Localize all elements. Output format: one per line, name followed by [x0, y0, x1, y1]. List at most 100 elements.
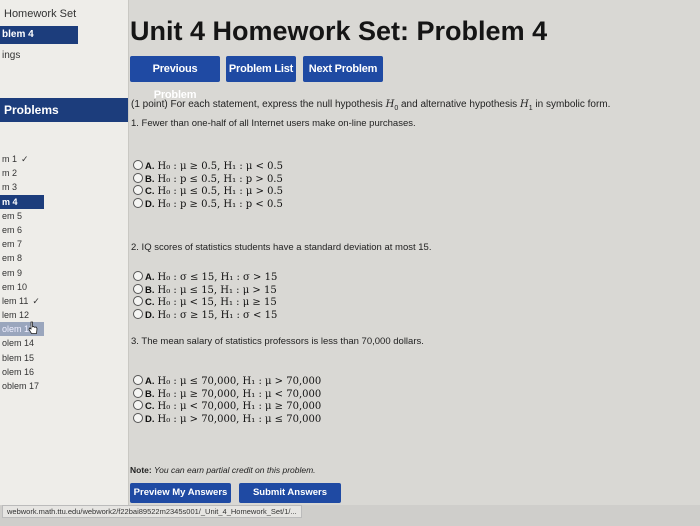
sidebar-item-problem[interactable]: em 7 — [0, 237, 128, 251]
option-letter: B. — [145, 284, 155, 296]
radio-icon[interactable] — [133, 387, 143, 398]
sidebar-item-label: oblem 17 — [2, 381, 40, 391]
sidebar-item-label: m 1 — [2, 154, 18, 164]
sidebar-item-problem[interactable]: lem 11 ✓ — [0, 294, 128, 308]
sidebar-item-label: olem 14 — [2, 338, 35, 349]
sidebar-problem-list: m 1 ✓ m 2m 3m 4 em 5 em 6 em 7 em 8 em 9 em 10 le… — [0, 152, 128, 393]
sidebar-item-problem[interactable]: m 2 — [0, 166, 128, 180]
problem-intro: (1 point) For each statement, express th… — [131, 99, 610, 112]
question-1: 1. Fewer than one-half of all Internet u… — [131, 118, 416, 129]
radio-icon[interactable] — [133, 160, 143, 170]
question-2: 2. IQ scores of statistics students have… — [131, 242, 432, 253]
option-1c[interactable]: C. H₀ : μ ≤ 0.5, H₁ : μ > 0.5 — [133, 185, 283, 198]
sidebar-item-label: em 9 — [2, 267, 23, 278]
question-1-options: A. H₀ : μ ≥ 0.5, H₁ : μ < 0.5 B. H₀ : p ≤ … — [133, 160, 283, 210]
sidebar-item-label: lem 12 — [2, 310, 30, 321]
radio-icon[interactable] — [133, 296, 143, 306]
sidebar-item-problem[interactable]: olem 16 — [0, 365, 128, 379]
sidebar-course-link[interactable]: Homework Set — [4, 8, 76, 20]
sidebar-item-problem[interactable]: olem 14 — [0, 336, 128, 350]
sidebar-problems-header: Problems — [0, 98, 128, 122]
option-3c[interactable]: C. H₀ : μ < 70,000, H₁ : μ ≥ 70,000 — [133, 400, 321, 413]
main-content: Unit 4 Homework Set: Problem 4 Previous … — [130, 0, 700, 505]
sidebar-item-label: em 5 — [2, 210, 23, 221]
status-url: webwork.math.ttu.edu/webwork2/f22bai8952… — [2, 505, 302, 518]
sidebar-item-label: lem 11 — [2, 295, 29, 306]
radio-icon[interactable] — [133, 197, 143, 208]
radio-icon[interactable] — [133, 185, 143, 195]
radio-icon[interactable] — [133, 375, 143, 385]
option-3d[interactable]: D. H₀ : μ > 70,000, H₁ : μ ≤ 70,000 — [133, 412, 321, 426]
option-2c[interactable]: C. H₀ : μ < 15, H₁ : μ ≥ 15 — [133, 296, 277, 309]
sidebar-item-label: m 4 — [2, 196, 18, 207]
option-text: H₀ : μ ≤ 0.5, H₁ : μ > 0.5 — [157, 186, 284, 197]
sidebar-item-problem[interactable]: olem 13 — [0, 321, 44, 337]
option-letter: C. — [145, 401, 155, 412]
sidebar-item-problem[interactable]: lem 12 — [0, 308, 128, 322]
page-title: Unit 4 Homework Set: Problem 4 — [130, 16, 548, 46]
option-text: H₀ : p ≤ 0.5, H₁ : p > 0.5 — [157, 173, 283, 185]
option-text: H₀ : σ ≤ 15, H₁ : σ > 15 — [157, 272, 278, 283]
sidebar-item-problem[interactable]: blem 15 — [0, 351, 128, 365]
sidebar-item-problem[interactable]: m 4 — [0, 194, 44, 209]
option-2b[interactable]: B. H₀ : μ ≤ 15, H₁ : μ > 15 — [133, 283, 277, 297]
sidebar-item-problem[interactable]: m 3 — [0, 180, 128, 194]
problem-list-button[interactable]: Problem List — [226, 56, 296, 82]
intro-suffix: in symbolic form. — [532, 99, 611, 110]
intro-mid: and alternative hypothesis — [398, 99, 520, 110]
sidebar-item-label: em 7 — [2, 239, 23, 250]
sidebar-item-label: olem 16 — [2, 366, 35, 377]
radio-icon[interactable] — [133, 412, 143, 423]
sidebar-current-problem[interactable]: blem 4 — [0, 26, 78, 44]
radio-icon[interactable] — [133, 271, 143, 281]
option-1a[interactable]: A. H₀ : μ ≥ 0.5, H₁ : μ < 0.5 — [133, 160, 283, 173]
radio-icon[interactable] — [133, 308, 143, 319]
sidebar-item-problem[interactable]: oblem 17 — [0, 379, 128, 393]
question-3: 3. The mean salary of statistics profess… — [131, 336, 424, 347]
hand-cursor-icon — [28, 321, 38, 335]
option-2d[interactable]: D. H₀ : σ ≥ 15, H₁ : σ < 15 — [133, 308, 278, 322]
sidebar-item-problem[interactable]: em 6 — [0, 223, 128, 237]
check-icon: ✓ — [21, 154, 29, 164]
next-problem-button[interactable]: Next Problem — [303, 56, 383, 82]
radio-icon[interactable] — [133, 283, 143, 294]
sidebar-item-label: em 10 — [2, 281, 28, 292]
option-letter: B. — [145, 388, 155, 400]
option-letter: A. — [145, 272, 155, 283]
option-3a[interactable]: A. H₀ : μ ≤ 70,000, H₁ : μ > 70,000 — [133, 375, 321, 388]
option-text: H₀ : μ ≥ 70,000, H₁ : μ < 70,000 — [157, 388, 322, 400]
partial-credit-note: Note: You can earn partial credit on thi… — [130, 465, 316, 475]
option-letter: B. — [145, 173, 155, 185]
option-1b[interactable]: B. H₀ : p ≤ 0.5, H₁ : p > 0.5 — [133, 172, 283, 186]
check-icon: ✓ — [32, 295, 40, 306]
sidebar-settings-link[interactable]: ings — [2, 50, 20, 61]
sidebar-item-label: em 8 — [2, 253, 23, 264]
sidebar-item-problem[interactable]: em 9 — [0, 266, 128, 280]
option-1d[interactable]: D. H₀ : p ≥ 0.5, H₁ : p < 0.5 — [133, 197, 283, 211]
option-3b[interactable]: B. H₀ : μ ≥ 70,000, H₁ : μ < 70,000 — [133, 387, 322, 401]
option-letter: D. — [145, 198, 155, 210]
option-text: H₀ : σ ≥ 15, H₁ : σ < 15 — [157, 309, 278, 321]
question-3-options: A. H₀ : μ ≤ 70,000, H₁ : μ > 70,000 B. H₀ … — [133, 375, 321, 425]
option-2a[interactable]: A. H₀ : σ ≤ 15, H₁ : σ > 15 — [133, 271, 277, 284]
preview-answers-button[interactable]: Preview My Answers — [130, 483, 231, 503]
sidebar-item-label: m 2 — [2, 168, 18, 179]
option-letter: D. — [145, 309, 155, 321]
option-letter: C. — [145, 186, 155, 197]
note-label: Note: — [130, 465, 152, 475]
sidebar-item-problem[interactable]: em 10 — [0, 280, 128, 294]
submit-answers-button[interactable]: Submit Answers — [239, 483, 341, 503]
option-text: H₀ : μ < 15, H₁ : μ ≥ 15 — [157, 297, 277, 308]
intro-h0: H — [385, 99, 395, 110]
option-letter: D. — [145, 413, 155, 425]
previous-problem-button[interactable]: Previous Problem — [130, 56, 220, 101]
sidebar-item-problem[interactable]: em 5 — [0, 209, 128, 223]
radio-icon[interactable] — [133, 172, 143, 183]
problem-body: (1 point) For each statement, express th… — [130, 89, 700, 505]
option-text: H₀ : μ < 70,000, H₁ : μ ≥ 70,000 — [157, 401, 322, 412]
sidebar-item-problem[interactable]: em 8 — [0, 251, 128, 265]
sidebar-item-problem[interactable]: m 1 ✓ — [0, 152, 128, 166]
option-letter: C. — [145, 297, 155, 308]
radio-icon[interactable] — [133, 400, 143, 410]
option-letter: A. — [145, 376, 155, 387]
